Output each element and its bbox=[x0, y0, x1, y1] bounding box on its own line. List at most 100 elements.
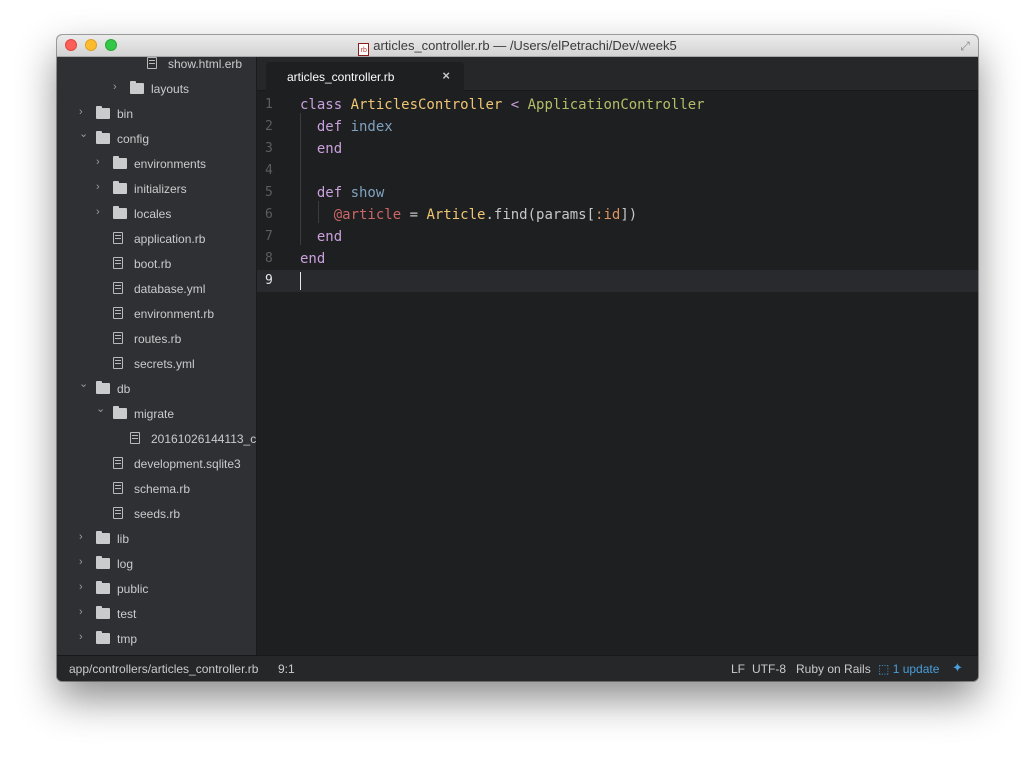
tree-item-label: boot.rb bbox=[134, 257, 172, 271]
chevron-right-icon[interactable]: › bbox=[79, 556, 89, 568]
chevron-right-icon[interactable]: › bbox=[79, 631, 89, 643]
chevron-right-icon[interactable]: › bbox=[79, 106, 89, 118]
code-line[interactable]: 6 @article = Article.find(params[:id]) bbox=[257, 204, 978, 226]
code-line[interactable]: 3 end bbox=[257, 138, 978, 160]
tree-file[interactable]: boot.rb bbox=[57, 252, 256, 277]
status-update-label: 1 update bbox=[892, 662, 940, 676]
folder-icon bbox=[96, 381, 110, 394]
status-grammar[interactable]: Ruby on Rails bbox=[796, 662, 871, 676]
file-icon bbox=[113, 307, 123, 319]
file-icon bbox=[147, 57, 157, 69]
chevron-right-icon[interactable]: › bbox=[79, 581, 89, 593]
window-title-text: articles_controller.rb — /Users/elPetrac… bbox=[373, 38, 677, 53]
code-text: def index bbox=[300, 116, 393, 138]
tree-folder[interactable]: › tmp bbox=[57, 627, 256, 652]
tree-item-label: development.sqlite3 bbox=[134, 457, 241, 471]
tree-file[interactable]: secrets.yml bbox=[57, 352, 256, 377]
tree-item-label: database.yml bbox=[134, 282, 206, 296]
close-tab-icon[interactable]: × bbox=[442, 68, 450, 83]
line-number: 3 bbox=[265, 141, 273, 156]
code-token: end bbox=[300, 251, 326, 267]
tree-folder[interactable]: › test bbox=[57, 602, 256, 627]
code-line[interactable]: 5 def show bbox=[257, 182, 978, 204]
tree-folder[interactable]: › initializers bbox=[57, 177, 256, 202]
tree-file[interactable]: development.sqlite3 bbox=[57, 452, 256, 477]
code-line[interactable]: 7 end bbox=[257, 226, 978, 248]
status-bar: app/controllers/articles_controller.rb 9… bbox=[57, 655, 978, 681]
chevron-right-icon[interactable]: › bbox=[79, 531, 89, 543]
status-file-path[interactable]: app/controllers/articles_controller.rb bbox=[69, 662, 258, 676]
chevron-right-icon[interactable]: › bbox=[113, 81, 123, 93]
status-update[interactable]: ⬚ 1 update bbox=[878, 662, 939, 676]
code-line[interactable]: 1 class ArticlesController < ApplicationC… bbox=[257, 94, 978, 116]
editor-window: rb articles_controller.rb — /Users/elPetr… bbox=[57, 35, 978, 681]
tree-folder[interactable]: ⌄ db bbox=[57, 377, 256, 402]
folder-icon bbox=[96, 131, 110, 144]
tree-file[interactable]: show.html.erb bbox=[57, 57, 256, 77]
chevron-down-icon[interactable]: ⌄ bbox=[96, 402, 106, 415]
tree-file[interactable]: schema.rb bbox=[57, 477, 256, 502]
status-cursor-position[interactable]: 9:1 bbox=[278, 662, 295, 676]
tab-articles-controller[interactable]: articles_controller.rb × bbox=[266, 62, 464, 91]
tree-folder[interactable]: › log bbox=[57, 552, 256, 577]
file-icon bbox=[113, 457, 123, 469]
folder-icon bbox=[96, 631, 110, 644]
code-line[interactable]: 2 def index bbox=[257, 116, 978, 138]
tree-folder[interactable]: › public bbox=[57, 577, 256, 602]
fullscreen-icon[interactable]: ⤢ bbox=[958, 39, 972, 53]
line-number: 1 bbox=[265, 97, 273, 112]
chevron-right-icon[interactable]: › bbox=[79, 606, 89, 618]
tree-item-label: config bbox=[117, 132, 150, 146]
chevron-down-icon[interactable]: ⌄ bbox=[79, 377, 89, 390]
code-line[interactable]: 9 bbox=[257, 270, 978, 292]
code-text: class ArticlesController < ApplicationCo… bbox=[300, 94, 705, 116]
chevron-right-icon[interactable]: › bbox=[96, 156, 106, 168]
tree-item-label: 20161026144113_c bbox=[151, 432, 257, 446]
code-token: = bbox=[401, 207, 427, 223]
title-bar[interactable]: rb articles_controller.rb — /Users/elPetr… bbox=[57, 35, 978, 57]
code-token: @article bbox=[333, 207, 402, 223]
tree-folder[interactable]: ⌄ migrate bbox=[57, 402, 256, 427]
code-token: < bbox=[510, 97, 520, 113]
tree-view[interactable]: show.html.erb › layouts › bin ⌄ config › environ… bbox=[57, 57, 257, 655]
tree-folder[interactable]: › locales bbox=[57, 202, 256, 227]
line-number: 9 bbox=[265, 273, 273, 288]
tree-file[interactable]: routes.rb bbox=[57, 327, 256, 352]
line-number: 7 bbox=[265, 229, 273, 244]
code-token: end bbox=[316, 141, 343, 157]
tree-file[interactable]: environment.rb bbox=[57, 302, 256, 327]
tree-item-label: public bbox=[117, 582, 149, 596]
code-editor[interactable]: 1 class ArticlesController < ApplicationC… bbox=[257, 91, 978, 655]
tree-item-label: bin bbox=[117, 107, 134, 121]
feedback-bird-icon[interactable]: ✦ bbox=[952, 661, 966, 674]
file-icon bbox=[113, 332, 123, 344]
tree-file[interactable]: seeds.rb bbox=[57, 502, 256, 527]
code-token: .find(params[ bbox=[485, 207, 596, 223]
tree-item-label: environments bbox=[134, 157, 207, 171]
code-token: show bbox=[350, 185, 385, 201]
chevron-right-icon[interactable]: › bbox=[96, 206, 106, 218]
status-encoding[interactable]: UTF-8 bbox=[752, 662, 786, 676]
tree-file[interactable]: database.yml bbox=[57, 277, 256, 302]
file-icon bbox=[113, 282, 123, 294]
chevron-down-icon[interactable]: ⌄ bbox=[79, 127, 89, 140]
chevron-right-icon[interactable]: › bbox=[96, 181, 106, 193]
code-token: ApplicationController bbox=[527, 97, 705, 113]
tree-folder[interactable]: › bin bbox=[57, 102, 256, 127]
tree-file[interactable]: 20161026144113_c bbox=[57, 427, 257, 452]
file-icon bbox=[113, 257, 123, 269]
code-line[interactable]: 8 end bbox=[257, 248, 978, 270]
folder-icon bbox=[96, 106, 110, 119]
tree-folder[interactable]: › environments bbox=[57, 152, 256, 177]
code-token: :id bbox=[595, 207, 621, 223]
line-number: 4 bbox=[265, 163, 273, 178]
tree-file[interactable]: application.rb bbox=[57, 227, 256, 252]
tree-folder[interactable]: › lib bbox=[57, 527, 256, 552]
code-line[interactable]: 4 bbox=[257, 160, 978, 182]
tree-folder[interactable]: › layouts bbox=[57, 77, 256, 102]
code-token: class bbox=[300, 97, 351, 113]
status-line-ending[interactable]: LF bbox=[731, 662, 745, 676]
tree-item-label: db bbox=[117, 382, 131, 396]
tree-folder[interactable]: ⌄ config bbox=[57, 127, 256, 152]
